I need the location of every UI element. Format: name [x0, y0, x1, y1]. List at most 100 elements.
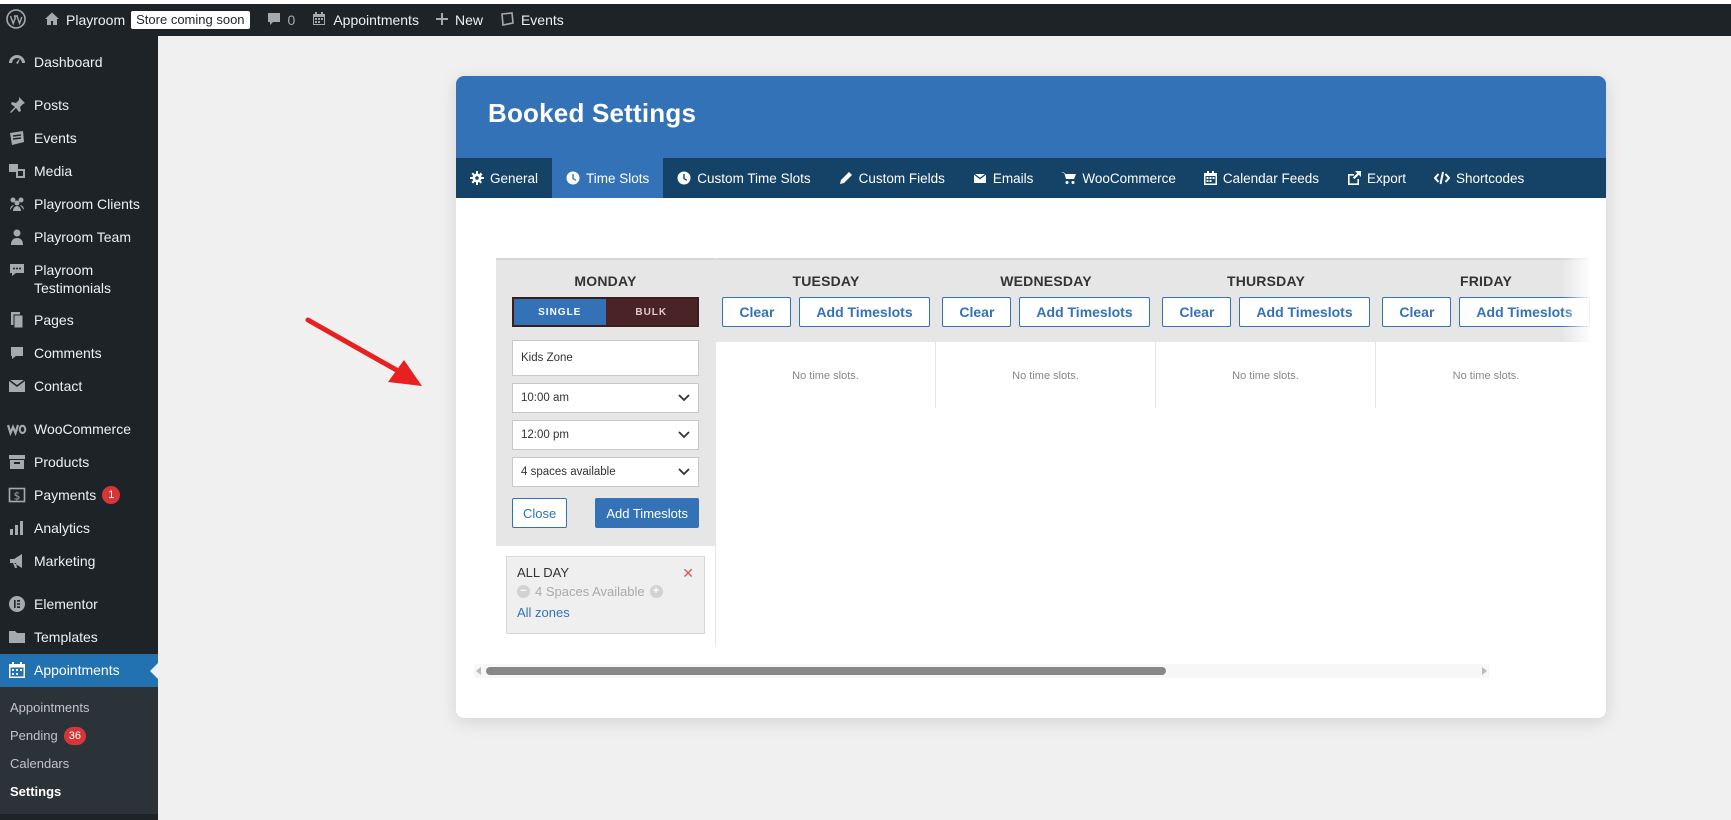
svg-text:$: $ — [14, 490, 21, 503]
bar-chart-icon — [7, 518, 27, 538]
submenu-item-settings[interactable]: Settings — [0, 778, 158, 806]
day-name: WEDNESDAY — [1000, 273, 1092, 289]
comment-icon — [7, 343, 27, 363]
minus-circle-icon[interactable]: − — [517, 585, 530, 598]
sidebar-item-elementor[interactable]: Elementor — [0, 588, 158, 621]
sidebar-item-posts[interactable]: Posts — [0, 89, 158, 122]
sidebar-item-label: Playroom Testimonials — [34, 262, 112, 296]
day-actions: Clear Add Timeslots — [1376, 297, 1592, 327]
sidebar-item-label: Posts — [34, 97, 70, 113]
sidebar-item-appointments[interactable]: Appointments — [0, 654, 158, 687]
archive-icon — [7, 452, 27, 472]
bulk-toggle-button[interactable]: BULK — [605, 299, 697, 325]
clock-icon — [677, 171, 691, 185]
end-time-select[interactable]: 12:00 pm — [512, 420, 699, 450]
clear-button[interactable]: Clear — [942, 297, 1012, 327]
sidebar-item-payments[interactable]: $ Payments 1 — [0, 479, 158, 512]
day-actions: Clear Add Timeslots — [716, 297, 936, 327]
monday-form-actions: Close Add Timeslots — [512, 498, 699, 528]
day-column-friday: FRIDAY Clear Add Timeslots No time slots… — [1376, 258, 1592, 424]
sidebar-item-products[interactable]: Products — [0, 446, 158, 479]
add-timeslots-button[interactable]: Add Timeslots — [799, 297, 930, 327]
sidebar-item-pages[interactable]: Pages — [0, 304, 158, 337]
sidebar-item-analytics[interactable]: Analytics — [0, 512, 158, 545]
calendar-icon — [7, 660, 27, 680]
appointments-link[interactable]: Appointments — [303, 4, 427, 36]
sidebar-item-label: Media — [34, 163, 73, 179]
wordpress-logo-button[interactable] — [0, 4, 36, 36]
tab-export[interactable]: Export — [1333, 158, 1420, 198]
sidebar-item-label: Pages — [34, 312, 74, 328]
sidebar-item-playroom-team[interactable]: Playroom Team — [0, 221, 158, 254]
monday-add-form: MONDAY SINGLE BULK Kids Zone 10:00 am 12… — [496, 258, 715, 546]
submenu-item-calendars[interactable]: Calendars — [0, 750, 158, 778]
sidebar-item-playroom-clients[interactable]: Playroom Clients — [0, 188, 158, 221]
close-button[interactable]: Close — [512, 498, 568, 528]
add-timeslots-button[interactable]: Add Timeslots — [1019, 297, 1150, 327]
scroll-left-arrow-icon[interactable] — [476, 667, 481, 675]
store-status-badge[interactable]: Store coming soon — [131, 11, 250, 29]
add-timeslots-button[interactable]: Add Timeslots — [1239, 297, 1370, 327]
admin-bar: Playroom Store coming soon 0 Appointment… — [0, 4, 1731, 36]
tab-label: Time Slots — [586, 170, 650, 186]
home-icon — [44, 11, 60, 30]
timeslot-title-input[interactable]: Kids Zone — [512, 340, 699, 376]
scrollbar-thumb[interactable] — [486, 667, 1166, 675]
tab-time-slots[interactable]: Time Slots — [552, 158, 664, 198]
clear-button[interactable]: Clear — [1162, 297, 1232, 327]
day-header: WEDNESDAY Clear Add Timeslots — [936, 258, 1156, 342]
sidebar-item-media[interactable]: Media — [0, 155, 158, 188]
tab-label: Export — [1366, 170, 1406, 186]
comments-link[interactable]: 0 — [258, 4, 304, 36]
horizontal-scrollbar[interactable] — [474, 664, 1489, 678]
timeslot-zone-link[interactable]: All zones — [517, 605, 694, 620]
sidebar-item-label: Events — [34, 130, 77, 146]
sidebar-item-comments[interactable]: Comments — [0, 337, 158, 370]
tab-calendar-feeds[interactable]: Calendar Feeds — [1190, 158, 1333, 198]
clear-button[interactable]: Clear — [722, 297, 792, 327]
sidebar-item-label: Templates — [34, 629, 98, 645]
day-name: TUESDAY — [792, 273, 860, 289]
scroll-right-arrow-icon[interactable] — [1482, 667, 1487, 675]
sidebar-item-templates[interactable]: Templates — [0, 621, 158, 654]
woo-icon — [7, 419, 27, 439]
tab-custom-fields[interactable]: Custom Fields — [825, 158, 959, 198]
tab-general[interactable]: General — [456, 158, 552, 198]
day-column-wednesday: WEDNESDAY Clear Add Timeslots No time sl… — [936, 258, 1156, 424]
chevron-down-icon — [678, 394, 690, 402]
dashboard-icon — [7, 52, 27, 72]
sidebar-item-dashboard[interactable]: Dashboard — [0, 46, 158, 79]
submenu-item-label: Appointments — [10, 700, 90, 715]
timeslot-spaces: − 4 Spaces Available + — [517, 584, 694, 599]
tab-emails[interactable]: Emails — [959, 158, 1048, 198]
submenu-item-appointments[interactable]: Appointments — [0, 694, 158, 722]
sidebar-item-woocommerce[interactable]: WooCommerce — [0, 413, 158, 446]
chat-icon — [7, 260, 27, 280]
single-toggle-button[interactable]: SINGLE — [514, 299, 606, 325]
tab-woocommerce[interactable]: WooCommerce — [1047, 158, 1190, 198]
submenu-item-pending[interactable]: Pending 36 — [0, 722, 158, 750]
sidebar-item-marketing[interactable]: Marketing — [0, 545, 158, 578]
start-time-select[interactable]: 10:00 am — [512, 383, 699, 413]
add-timeslots-button[interactable]: Add Timeslots — [595, 498, 699, 528]
plus-icon — [435, 12, 449, 29]
pin-icon — [7, 95, 27, 115]
tab-custom-time-slots[interactable]: Custom Time Slots — [663, 158, 824, 198]
clear-button[interactable]: Clear — [1382, 297, 1452, 327]
site-name-link[interactable]: Playroom Store coming soon — [36, 4, 258, 36]
plus-circle-icon[interactable]: + — [649, 585, 663, 598]
timeslot-spaces-text: 4 Spaces Available — [535, 584, 645, 599]
day-column-tuesday: TUESDAY Clear Add Timeslots No time slot… — [716, 258, 936, 424]
spaces-select[interactable]: 4 spaces available — [512, 457, 699, 487]
events-icon — [7, 128, 27, 148]
sidebar-item-events[interactable]: Events — [0, 122, 158, 155]
new-content-link[interactable]: New — [427, 4, 491, 36]
day-column-monday: MONDAY SINGLE BULK Kids Zone 10:00 am 12… — [496, 258, 716, 646]
delete-timeslot-icon[interactable]: ✕ — [682, 565, 694, 582]
sidebar-item-playroom-testimonials[interactable]: Playroom Testimonials — [0, 254, 158, 304]
sidebar-item-contact[interactable]: Contact — [0, 370, 158, 403]
events-link[interactable]: Events — [491, 4, 572, 36]
empty-slots-text: No time slots. — [936, 342, 1156, 408]
tab-shortcodes[interactable]: Shortcodes — [1420, 158, 1538, 198]
pencil-icon — [839, 172, 852, 184]
